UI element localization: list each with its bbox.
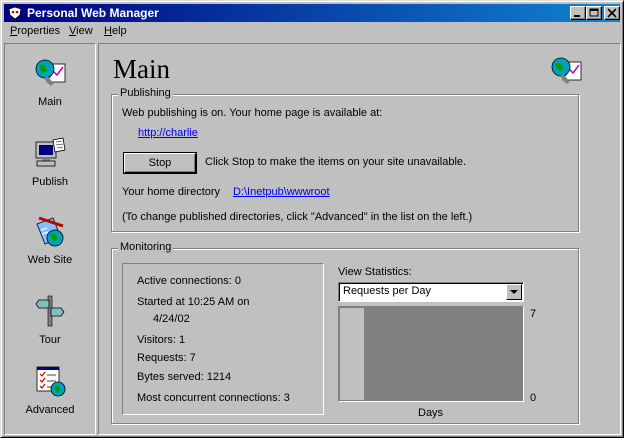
- x-axis-label: Days: [418, 407, 444, 419]
- globe-magnifier-icon: [551, 57, 582, 85]
- globe-magnifier-icon: [35, 59, 66, 87]
- home-directory-link[interactable]: D:\Inetpub\wwwroot: [233, 186, 330, 198]
- y-tick-max: 7: [530, 308, 537, 320]
- bytes-served: Bytes served: 1214: [137, 371, 232, 383]
- signpost-icon: [35, 295, 65, 327]
- chart-day-track: [340, 308, 364, 400]
- stats-panel: Active connections: 0 Started at 10:25 A…: [122, 263, 324, 415]
- requests-chart: [338, 306, 524, 402]
- maximize-icon: [589, 8, 599, 17]
- close-button[interactable]: [604, 6, 620, 20]
- sidebar-item-web-site[interactable]: Web Site: [5, 214, 95, 284]
- publishing-group-label: Publishing: [118, 87, 173, 99]
- sidebar-item-tour[interactable]: Tour: [5, 294, 95, 364]
- publishing-status-text: Web publishing is on. Your home page is …: [122, 107, 383, 119]
- sidebar-item-label: Main: [38, 96, 62, 108]
- monitoring-group-label: Monitoring: [118, 241, 174, 253]
- sidebar-item-main[interactable]: Main: [5, 56, 95, 126]
- view-statistics-label: View Statistics:: [338, 266, 412, 278]
- sidebar: Main Publish Web Site Tour Advanced: [4, 43, 96, 435]
- stop-button-label: Stop: [148, 157, 172, 169]
- computer-publish-icon: [35, 137, 66, 167]
- menu-help-accesskey: H: [104, 25, 112, 37]
- home-page-link[interactable]: http://charlie: [138, 127, 198, 139]
- minimize-icon: [574, 15, 580, 17]
- y-tick-min: 0: [530, 392, 537, 404]
- menu-help[interactable]: Help: [104, 25, 127, 37]
- advanced-checklist-icon: [36, 366, 66, 397]
- dropdown-button[interactable]: [506, 284, 522, 300]
- menu-help-label: elp: [111, 25, 127, 37]
- advanced-hint-text: (To change published directories, click …: [122, 211, 473, 223]
- sidebar-item-advanced[interactable]: Advanced: [5, 364, 95, 434]
- sidebar-item-label: Publish: [31, 176, 69, 188]
- minimize-button[interactable]: [570, 6, 586, 20]
- requests-chart-svg: [340, 308, 364, 400]
- sidebar-item-label: Web Site: [27, 254, 73, 266]
- menu-properties[interactable]: Properties: [10, 25, 60, 37]
- menu-bar: Properties View Help: [4, 23, 620, 41]
- view-statistics-select[interactable]: Requests per Day: [338, 282, 524, 302]
- most-concurrent-connections: Most concurrent connections: 3: [137, 392, 290, 404]
- menu-properties-label: roperties: [17, 25, 61, 37]
- title-bar[interactable]: Personal Web Manager: [4, 4, 620, 22]
- sidebar-item-publish[interactable]: Publish: [5, 136, 95, 206]
- window-title: Personal Web Manager: [27, 6, 159, 20]
- sidebar-item-label: Tour: [39, 334, 61, 346]
- publishing-group: Publishing Web publishing is on. Your ho…: [111, 87, 579, 232]
- main-panel: Main Publishing Web publishing is on. Yo…: [98, 43, 621, 435]
- maximize-button[interactable]: [586, 6, 602, 20]
- app-window: Personal Web Manager Properties View Hel…: [0, 0, 624, 438]
- started-at: Started at 10:25 AM on: [137, 296, 250, 308]
- app-icon[interactable]: [7, 5, 23, 21]
- started-date: 4/24/02: [153, 313, 190, 325]
- monitoring-group: Monitoring Active connections: 0 Started…: [111, 241, 579, 424]
- view-statistics-value: Requests per Day: [343, 285, 432, 297]
- chevron-down-icon: [510, 290, 518, 294]
- sidebar-item-label: Advanced: [25, 404, 75, 416]
- menu-view-label: iew: [76, 25, 93, 37]
- menu-view[interactable]: View: [69, 25, 93, 37]
- page-title: Main: [113, 54, 170, 84]
- stop-hint-text: Click Stop to make the items on your sit…: [205, 156, 467, 168]
- requests-count: Requests: 7: [137, 352, 196, 364]
- website-tools-icon: [36, 216, 64, 247]
- home-directory-label: Your home directory: [122, 186, 221, 198]
- active-connections: Active connections: 0: [137, 275, 241, 287]
- stop-button[interactable]: Stop: [124, 153, 196, 173]
- visitors-count: Visitors: 1: [137, 334, 186, 346]
- close-icon: [607, 8, 617, 18]
